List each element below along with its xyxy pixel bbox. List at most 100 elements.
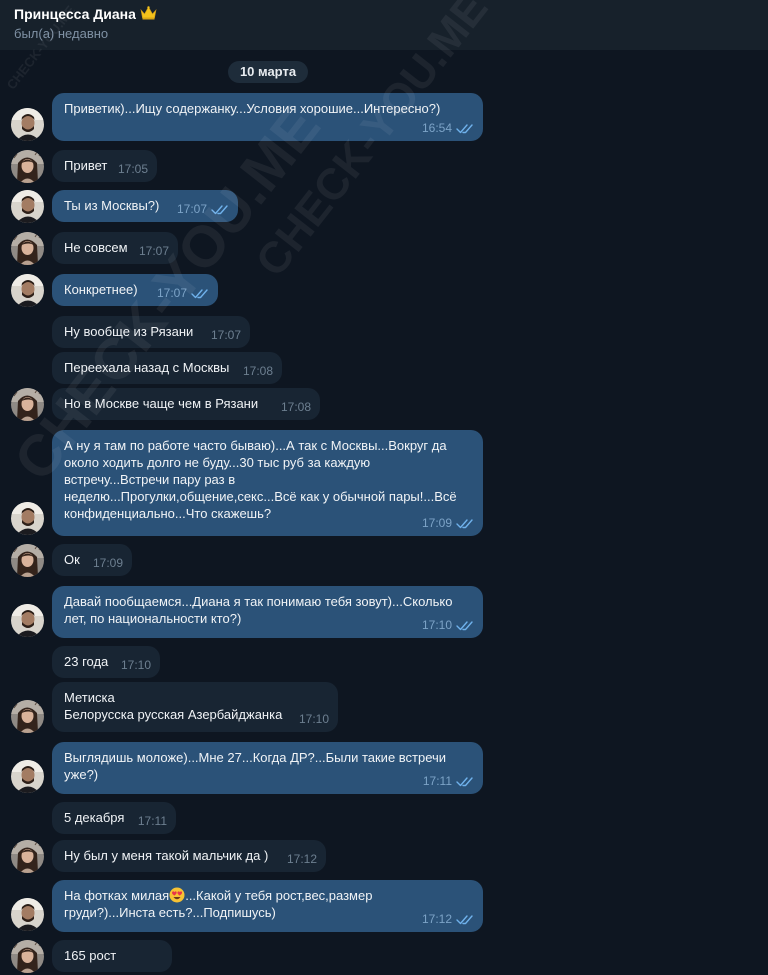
message-meta: 17:10 [299, 711, 329, 728]
message-time: 17:10 [298, 712, 329, 726]
man-avatar-icon [11, 190, 44, 223]
message-text: 165 рост [64, 948, 117, 963]
message-meta: 17:12 [287, 851, 317, 868]
woman-avatar-icon [11, 840, 44, 873]
sender-avatar[interactable] [11, 604, 44, 637]
message-time: 17:08 [242, 364, 273, 378]
message-time: 16:54 [421, 121, 452, 135]
message-text: А ну я там по работе часто бываю)...А та… [64, 438, 457, 521]
incoming-message[interactable]: Ну был у меня такой мальчик да ) 17:12 [52, 840, 326, 872]
read-ticks-icon [191, 289, 208, 299]
date-separator: 10 марта [228, 61, 308, 83]
contact-avatar[interactable] [11, 232, 44, 265]
crown-emoji-icon [140, 6, 157, 20]
woman-avatar-icon [11, 232, 44, 265]
message-time: 17:07 [210, 328, 241, 342]
contact-avatar[interactable] [11, 388, 44, 421]
sender-avatar[interactable] [11, 108, 44, 141]
message-text: Метиска Белорусска русская Азербайджанка [64, 690, 283, 722]
message-meta: 17:07 [211, 327, 241, 344]
message-text-part: На фотках милая [64, 888, 170, 903]
message-time: 17:07 [138, 244, 169, 258]
incoming-message[interactable]: Ну вообще из Рязани 17:07 [52, 316, 250, 348]
message-meta: 17:11 [423, 773, 474, 790]
outgoing-message[interactable]: На фотках милая ...Какой у тебя рост,вес,… [52, 880, 483, 932]
man-avatar-icon [11, 604, 44, 637]
man-avatar-icon [11, 898, 44, 931]
incoming-message[interactable]: Переехала назад с Москвы 17:08 [52, 352, 282, 384]
contact-avatar[interactable] [11, 150, 44, 183]
incoming-message[interactable]: Не совсем 17:07 [52, 232, 178, 264]
contact-avatar[interactable] [11, 544, 44, 577]
message-meta: 17:07 [157, 285, 209, 302]
message-time: 17:12 [421, 912, 452, 926]
contact-avatar[interactable] [11, 840, 44, 873]
outgoing-message[interactable]: Выглядишь моложе)...Мне 27...Когда ДР?..… [52, 742, 483, 794]
message-text: Выглядишь моложе)...Мне 27...Когда ДР?..… [64, 750, 447, 782]
woman-avatar-icon [11, 388, 44, 421]
man-avatar-icon [11, 108, 44, 141]
message-meta: 17:07 [177, 201, 229, 218]
man-avatar-icon [11, 760, 44, 793]
heart-eyes-emoji-icon [169, 887, 185, 903]
woman-avatar-icon [11, 150, 44, 183]
incoming-message[interactable]: Привет 17:05 [52, 150, 157, 182]
message-meta: 17:05 [118, 161, 148, 178]
incoming-message[interactable]: 5 декабря 17:11 [52, 802, 176, 834]
message-time: 17:12 [286, 852, 317, 866]
message-meta: 17:11 [138, 813, 167, 830]
read-ticks-icon [456, 124, 473, 134]
message-meta: 17:12 [422, 911, 474, 928]
message-time: 17:10 [421, 618, 452, 632]
message-text: Ну был у меня такой мальчик да ) [64, 848, 269, 863]
message-text: На фотках милая ...Какой у тебя рост,вес,… [64, 887, 471, 921]
sender-avatar[interactable] [11, 898, 44, 931]
message-meta: 17:10 [422, 617, 474, 634]
message-time: 17:05 [117, 162, 148, 176]
message-time: 17:11 [422, 774, 452, 788]
incoming-message[interactable]: Но в Москве чаще чем в Рязани 17:08 [52, 388, 320, 420]
read-ticks-icon [456, 621, 473, 631]
chat-status: был(а) недавно [14, 26, 109, 41]
message-time: 17:09 [92, 556, 123, 570]
contact-avatar[interactable] [11, 940, 44, 973]
message-meta: 17:09 [422, 515, 474, 532]
read-ticks-icon [456, 519, 473, 529]
read-ticks-icon [456, 777, 473, 787]
outgoing-message[interactable]: Ты из Москвы?) 17:07 [52, 190, 238, 222]
incoming-message[interactable]: 23 года 17:10 [52, 646, 160, 678]
sender-avatar[interactable] [11, 760, 44, 793]
message-time: 17:07 [176, 202, 207, 216]
message-meta: 16:54 [422, 120, 474, 137]
message-meta: 17:09 [93, 555, 123, 572]
outgoing-message[interactable]: Давай пообщаемся...Диана я так понимаю т… [52, 586, 483, 638]
outgoing-message[interactable]: Конкретнее) 17:07 [52, 274, 218, 306]
sender-avatar[interactable] [11, 502, 44, 535]
outgoing-message[interactable]: А ну я там по работе часто бываю)...А та… [52, 430, 483, 536]
sender-avatar[interactable] [11, 190, 44, 223]
sender-avatar[interactable] [11, 274, 44, 307]
message-meta: 17:07 [139, 243, 169, 260]
message-time: 17:09 [421, 516, 452, 530]
contact-avatar[interactable] [11, 700, 44, 733]
message-time: 17:10 [120, 658, 151, 672]
read-ticks-icon [211, 205, 228, 215]
outgoing-message[interactable]: Приветик)...Ищу содержанку...Условия хор… [52, 93, 483, 141]
woman-avatar-icon [11, 544, 44, 577]
incoming-message[interactable]: Метиска Белорусска русская Азербайджанка… [52, 682, 338, 732]
read-ticks-icon [456, 915, 473, 925]
message-meta: 17:08 [243, 363, 273, 380]
man-avatar-icon [11, 502, 44, 535]
chat-header[interactable]: Принцесса Диана был(а) недавно [0, 0, 768, 50]
man-avatar-icon [11, 274, 44, 307]
message-text: Переехала назад с Москвы [64, 360, 230, 375]
message-meta: 17:10 [121, 657, 151, 674]
message-text: Давай пообщаемся...Диана я так понимаю т… [64, 594, 453, 626]
incoming-message[interactable]: Ок 17:09 [52, 544, 132, 576]
message-meta: 17:08 [281, 399, 311, 416]
incoming-message[interactable]: 165 рост [52, 940, 172, 972]
chat-title[interactable]: Принцесса Диана [14, 6, 157, 22]
message-text: Но в Москве чаще чем в Рязани [64, 396, 259, 411]
message-time: 17:08 [280, 400, 311, 414]
message-text: Приветик)...Ищу содержанку...Условия хор… [64, 101, 441, 116]
